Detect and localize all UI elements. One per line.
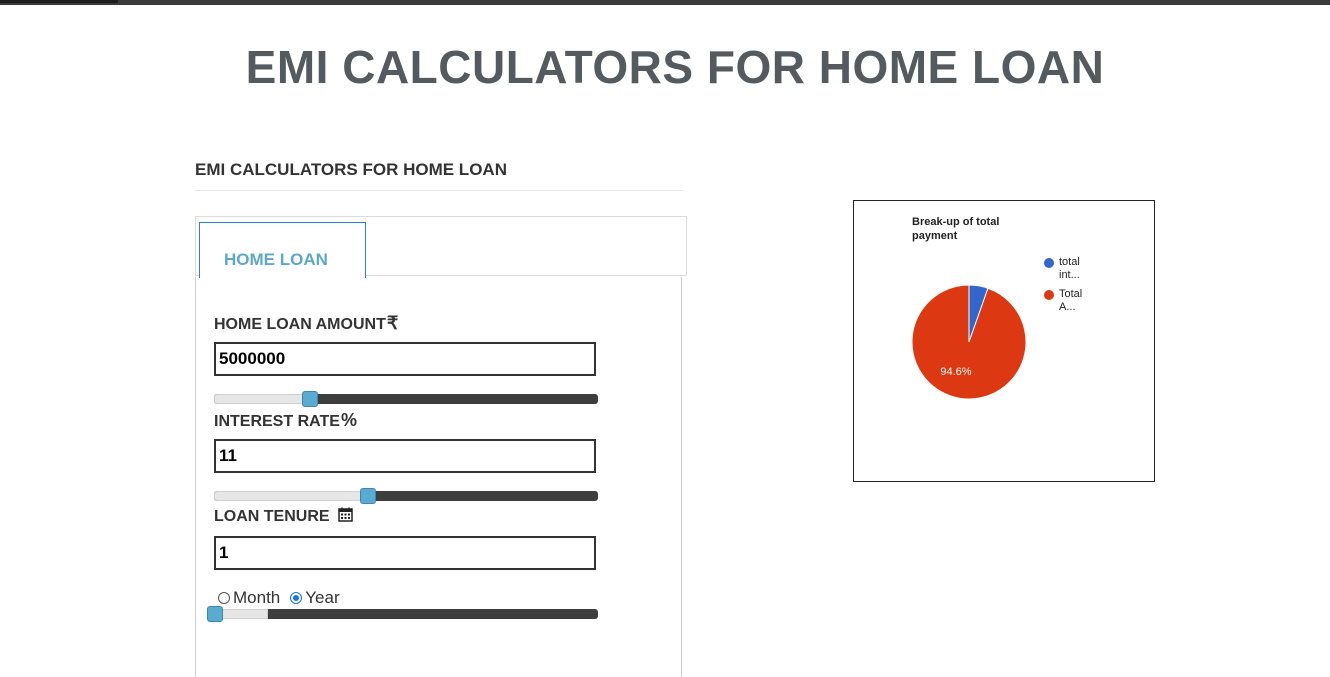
slider-handle[interactable] [302, 391, 318, 407]
interest-rate-slider[interactable] [214, 488, 598, 504]
legend-label-total: Total A... [1059, 288, 1083, 313]
loan-tenure-label-text: LOAN TENURE [214, 508, 330, 525]
slider-fill [214, 491, 368, 501]
pie-slice-label: 94.6% [940, 366, 971, 378]
slider-fill [214, 394, 310, 404]
rupee-icon: ₹ [386, 313, 399, 333]
interest-rate-input[interactable] [214, 439, 596, 473]
page-title: EMI CALCULATORS FOR HOME LOAN [245, 41, 1105, 93]
browser-top-bar [0, 0, 1330, 5]
calendar-icon [338, 507, 353, 522]
interest-rate-label-text: INTEREST RATE [214, 413, 340, 430]
year-radio-label[interactable]: Year [305, 588, 339, 608]
loan-amount-label-text: HOME LOAN AMOUNT [214, 316, 386, 333]
section-divider [195, 190, 683, 191]
slider-handle[interactable] [359, 488, 376, 504]
month-radio[interactable] [218, 592, 230, 604]
slider-track [214, 609, 598, 619]
pie-chart-svg: 94.6% [911, 284, 1027, 400]
section-title: EMI CALCULATORS FOR HOME LOAN [195, 160, 507, 179]
legend-label-interest: total int... [1059, 256, 1080, 281]
top-bar-segment [0, 0, 118, 3]
pie-slice-1[interactable] [911, 284, 1027, 400]
legend-swatch-interest [1044, 258, 1054, 268]
legend-swatch-total [1044, 290, 1054, 300]
loan-tenure-slider[interactable] [207, 606, 598, 622]
interest-rate-label: INTEREST RATE% [214, 410, 357, 431]
loan-amount-input[interactable] [214, 342, 596, 376]
tenure-unit-group: Month Year [218, 588, 350, 608]
payment-breakup-chart: Break-up of total payment 94.6% total in… [853, 200, 1155, 482]
loan-amount-label: HOME LOAN AMOUNT₹ [214, 313, 398, 334]
loan-tenure-label: LOAN TENURE [214, 507, 353, 526]
tab-home-loan[interactable]: HOME LOAN [199, 222, 366, 278]
percent-icon: % [340, 410, 357, 430]
slider-handle[interactable] [207, 606, 223, 622]
loan-tenure-input[interactable] [214, 536, 596, 570]
month-radio-label[interactable]: Month [233, 588, 280, 608]
year-radio[interactable] [290, 592, 303, 604]
loan-amount-slider[interactable] [214, 391, 598, 407]
